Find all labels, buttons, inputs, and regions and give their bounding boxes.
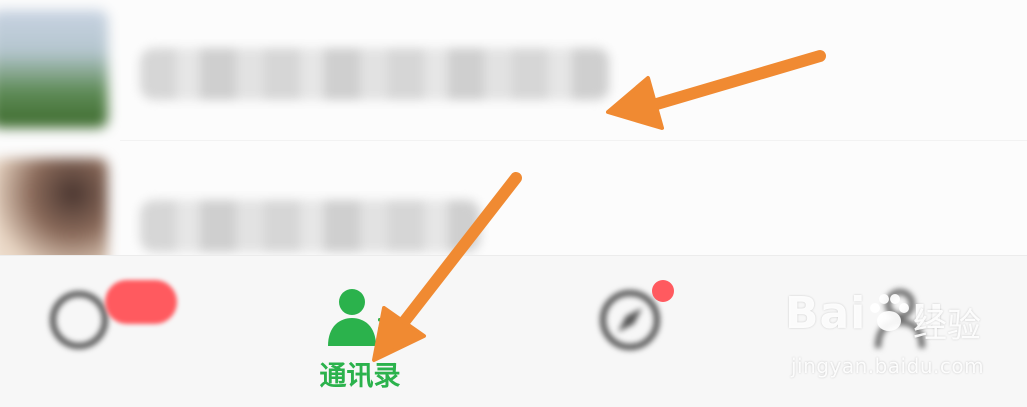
chat-name-blurred — [140, 200, 480, 252]
notification-dot — [652, 280, 674, 302]
tab-label: 通讯录 — [319, 361, 401, 392]
watermark-subtitle: 经验 — [913, 306, 981, 346]
tab-discover[interactable] — [530, 256, 730, 407]
tab-contacts[interactable]: 通讯录 — [260, 256, 460, 407]
contacts-icon — [328, 289, 392, 346]
tab-chats[interactable] — [0, 256, 185, 407]
chat-list — [0, 0, 1027, 276]
chat-list-item[interactable] — [0, 140, 1027, 276]
chat-name-blurred — [140, 48, 610, 100]
watermark-url: jingyan.baidu.com — [791, 354, 985, 378]
unread-badge — [105, 280, 177, 324]
chat-list-item[interactable] — [0, 0, 1027, 130]
avatar — [0, 10, 108, 128]
paw-icon — [870, 294, 910, 331]
watermark: Bai u 经验 jingyan.baidu.com — [785, 288, 1025, 398]
